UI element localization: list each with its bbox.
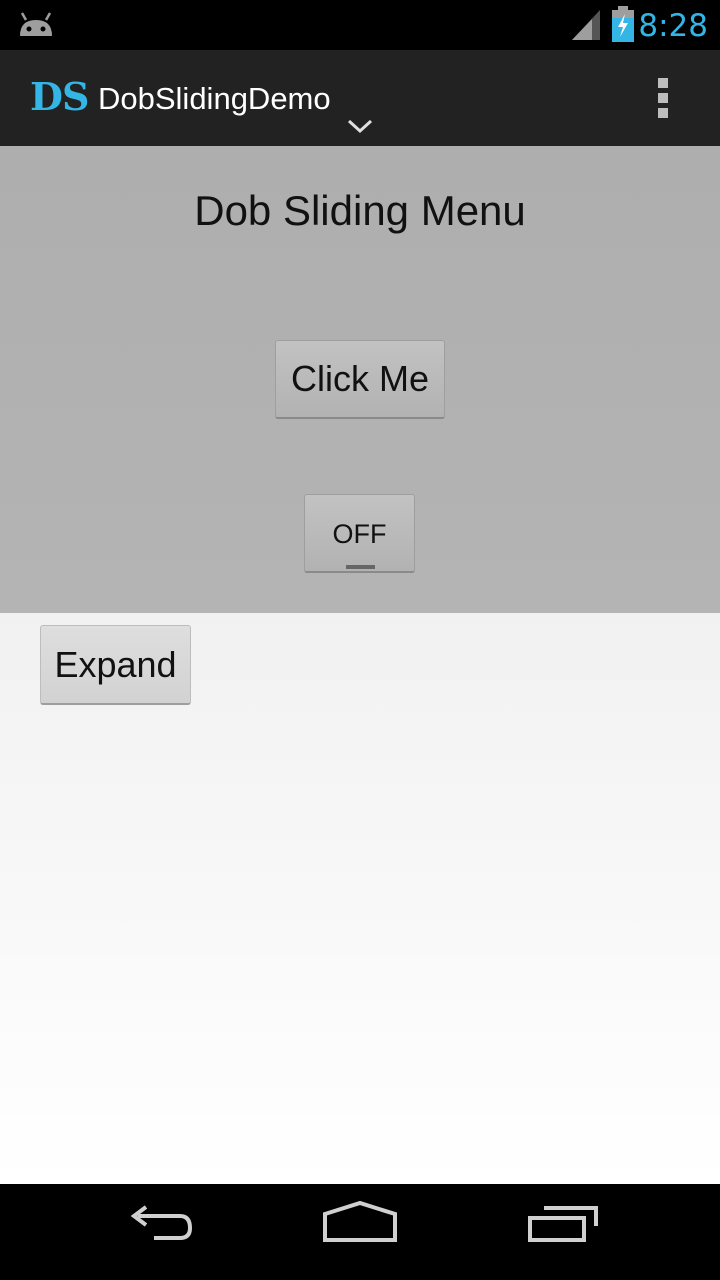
app-logo[interactable]: DS (30, 76, 89, 118)
overflow-dot (658, 108, 668, 118)
menu-title: Dob Sliding Menu (194, 187, 526, 234)
signal-icon (572, 10, 600, 40)
status-clock: 8:28 (638, 8, 708, 44)
navigation-bar (0, 1184, 720, 1280)
battery-charging-icon (612, 6, 634, 42)
home-icon[interactable] (320, 1200, 400, 1244)
sliding-menu-panel: Dob Sliding Menu Click Me OFF (0, 146, 720, 613)
chevron-down-icon[interactable] (346, 118, 374, 134)
back-icon[interactable] (124, 1204, 196, 1244)
expand-button[interactable]: Expand (40, 625, 191, 705)
overflow-dot (658, 78, 668, 88)
toggle-indicator (346, 565, 375, 569)
app-title[interactable]: DobSlidingDemo (98, 79, 331, 119)
off-toggle-button[interactable]: OFF (304, 494, 415, 573)
overflow-menu-icon[interactable] (648, 76, 678, 120)
status-bar: 8:28 (0, 0, 720, 50)
recents-icon[interactable] (526, 1202, 600, 1244)
action-bar: DS DobSlidingDemo (0, 50, 720, 146)
content-area: Expand (0, 613, 720, 1184)
android-icon (20, 12, 52, 36)
overflow-dot (658, 93, 668, 103)
click-me-button[interactable]: Click Me (275, 340, 445, 419)
toggle-label: OFF (332, 519, 387, 549)
